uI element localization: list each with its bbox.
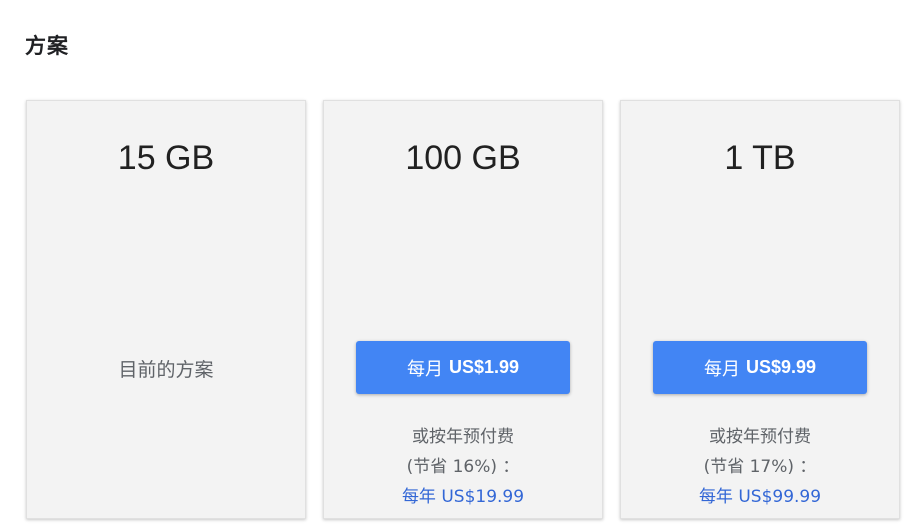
plan-card-15gb: 15 GB 目前的方案 (26, 100, 306, 519)
button-prefix: 每月 (703, 358, 740, 380)
annual-price-link-100gb[interactable]: 每年 US$19.99 (402, 487, 524, 507)
annual-prepay-info: 或按年预付费 (节省 17%) ： 每年 US$99.99 (621, 422, 899, 512)
plan-card-1tb: 1 TB 每月 US$9.99 或按年预付费 (节省 17%) ： 每年 US$… (620, 100, 900, 519)
annual-prepay-info: 或按年预付费 (节省 16%) ： 每年 US$19.99 (324, 422, 602, 512)
annual-price-link-1tb[interactable]: 每年 US$99.99 (699, 487, 821, 507)
plan-size: 15 GB (117, 139, 215, 177)
button-prefix: 每月 (406, 358, 443, 380)
annual-line-2: (节省 17%) ： (703, 457, 817, 477)
annual-line-1: 或按年预付费 (709, 427, 811, 447)
page-title: 方案 (25, 34, 69, 58)
annual-line-1: 或按年预付费 (412, 427, 514, 447)
plan-size: 100 GB (405, 139, 521, 177)
plan-size: 1 TB (724, 139, 796, 177)
current-plan-label: 目前的方案 (118, 359, 214, 381)
plan-card-100gb: 100 GB 每月 US$1.99 或按年预付费 (节省 16%) ： 每年 U… (323, 100, 603, 519)
monthly-buy-button-100gb[interactable]: 每月 US$1.99 (356, 341, 570, 394)
button-price: US$1.99 (448, 357, 520, 377)
monthly-buy-button-1tb[interactable]: 每月 US$9.99 (653, 341, 867, 394)
button-price: US$9.99 (745, 357, 817, 377)
annual-line-2: (节省 16%) ： (406, 457, 520, 477)
